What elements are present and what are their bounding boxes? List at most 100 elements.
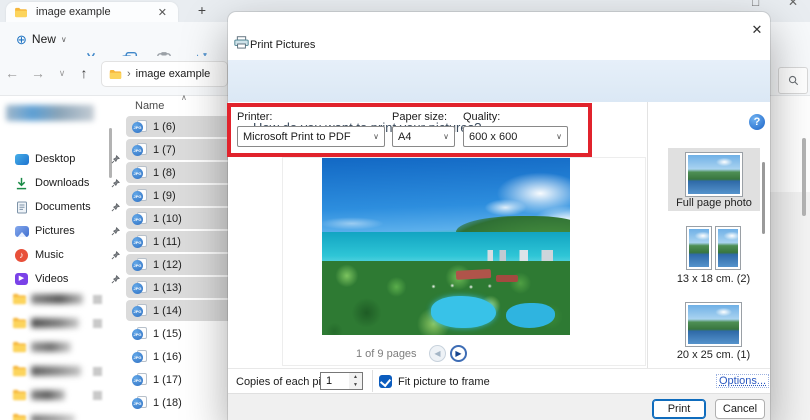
sidebar-item-label: Downloads [35,177,90,189]
jpg-file-icon: JPG [132,396,147,409]
sidebar-folder-blurred[interactable] [12,291,83,307]
jpg-file-icon: JPG [132,258,147,271]
pin-icon [111,202,120,211]
sidebar-item-pictures[interactable]: Pictures [14,221,120,241]
desktop-icon [14,153,29,166]
sidebar-item-videos[interactable]: ▶ Videos [14,269,120,289]
sidebar-item-blurred[interactable] [6,105,94,121]
fit-picture-label[interactable]: Fit picture to frame [398,376,490,388]
layout-thumbnail-13x18[interactable] [715,226,741,270]
layout-thumbnail-full-page[interactable] [685,152,743,197]
sidebar-item-documents[interactable]: Documents [14,197,120,217]
photo-roof [455,268,491,280]
spin-up-icon[interactable]: ▲ [349,373,362,381]
layout-thumbnail-13x18[interactable] [686,226,712,270]
new-button[interactable]: ⊕ New ∨ [8,27,75,51]
fit-picture-checkbox[interactable] [379,375,392,388]
pin-icon [111,154,120,163]
window-close-icon[interactable]: ✕ [788,0,798,9]
spin-down-icon[interactable]: ▼ [349,381,362,389]
jpg-file-icon: JPG [132,143,147,156]
sidebar-item-label: Desktop [35,153,76,165]
pictures-icon [14,225,29,238]
print-pictures-dialog: Print Pictures ✕ How do you want to prin… [228,12,770,420]
options-link[interactable]: Options... [716,374,770,388]
jpg-file-icon: JPG [132,373,147,386]
photo-umbrellas [426,281,501,291]
jpg-file-icon: JPG [132,281,147,294]
previous-page-button[interactable]: ◀ [429,345,446,362]
new-button-label: New [31,32,56,46]
column-header-name[interactable]: Name [135,100,164,112]
sidebar-folder-blurred[interactable] [12,339,71,355]
next-page-button[interactable]: ▶ [450,345,467,362]
sidebar-item-label: Videos [35,273,69,285]
jpg-file-icon: JPG [132,304,147,317]
layout-label[interactable]: 20 x 25 cm. (1) [660,349,767,361]
dialog-close-icon[interactable]: ✕ [747,20,767,40]
recent-locations-chevron-icon[interactable]: ∨ [52,68,72,79]
videos-icon: ▶ [14,273,29,286]
folder-icon [13,293,26,305]
sidebar-folder-blurred[interactable] [12,315,79,331]
sidebar-item-downloads[interactable]: Downloads [14,173,120,193]
layout-panel-divider [647,102,648,368]
sidebar-item-desktop[interactable]: Desktop [14,149,120,169]
tab-close-icon[interactable]: ✕ [155,6,170,19]
layout-panel-scrollbar[interactable] [762,162,765,234]
layout-thumbnail-20x25[interactable] [685,302,742,347]
sort-ascending-icon[interactable]: ∧ [181,93,187,102]
jpg-file-icon: JPG [132,189,147,202]
breadcrumb[interactable]: image example [136,68,211,80]
dialog-footer: Print Cancel [228,393,770,420]
layout-label[interactable]: Full page photo [665,197,763,209]
dialog-title: Print Pictures [250,39,316,51]
layout-label[interactable]: 13 x 18 cm. (2) [660,273,767,285]
folder-icon [15,7,27,17]
sidebar-folder-blurred[interactable] [12,387,65,403]
tab-image-example[interactable]: image example ✕ [6,2,178,22]
pin-icon [111,178,120,187]
copies-stepper[interactable]: ▲ ▼ [349,372,363,390]
sidebar-item-music[interactable]: ♪ Music [14,245,120,265]
up-icon[interactable]: ↑ [74,65,94,81]
help-icon[interactable]: ? [749,114,765,130]
window-maximize-icon[interactable]: □ [752,0,759,9]
downloads-icon [14,177,29,190]
folder-icon [13,365,26,377]
new-tab-button[interactable]: + [193,1,211,19]
sidebar-chevron-blurred [93,391,102,400]
pin-icon [111,274,120,283]
folder-icon [13,389,26,401]
back-icon[interactable]: ← [2,65,22,81]
print-button[interactable]: Print [652,399,706,419]
folder-icon [109,69,122,79]
pin-icon [111,226,120,235]
sidebar-folder-blurred[interactable] [12,363,81,379]
folder-icon [13,341,26,353]
jpg-file-icon: JPG [132,120,147,133]
photo-pool [431,296,496,328]
pin-icon [111,250,120,259]
sidebar-folder-blurred[interactable] [12,411,75,420]
jpg-file-icon: JPG [132,212,147,225]
list-scrollbar[interactable] [802,138,806,216]
breadcrumb-chevron-icon: › [127,68,131,80]
screen: image example ✕ + □ ✕ ⊕ New ∨ ← → ∨ ↑ › … [0,0,810,420]
address-box[interactable]: › image example [101,61,228,87]
search-input[interactable] [778,67,808,94]
music-icon: ♪ [14,248,29,262]
jpg-file-icon: JPG [132,235,147,248]
sidebar-item-label: Music [35,249,64,261]
folder-icon [13,317,26,329]
sidebar-chevron-blurred [93,367,102,376]
sidebar-chevron-blurred [93,319,102,328]
sidebar-chevron-blurred [93,295,102,304]
cancel-button[interactable]: Cancel [715,399,765,419]
sidebar-item-label: Pictures [35,225,75,237]
copies-input[interactable]: 1 [320,372,350,390]
sidebar-item-label: Documents [35,201,91,213]
jpg-file-icon: JPG [132,166,147,179]
dialog-heading-band: How do you want to print your pictures? [228,60,770,135]
forward-icon[interactable]: → [28,65,48,81]
